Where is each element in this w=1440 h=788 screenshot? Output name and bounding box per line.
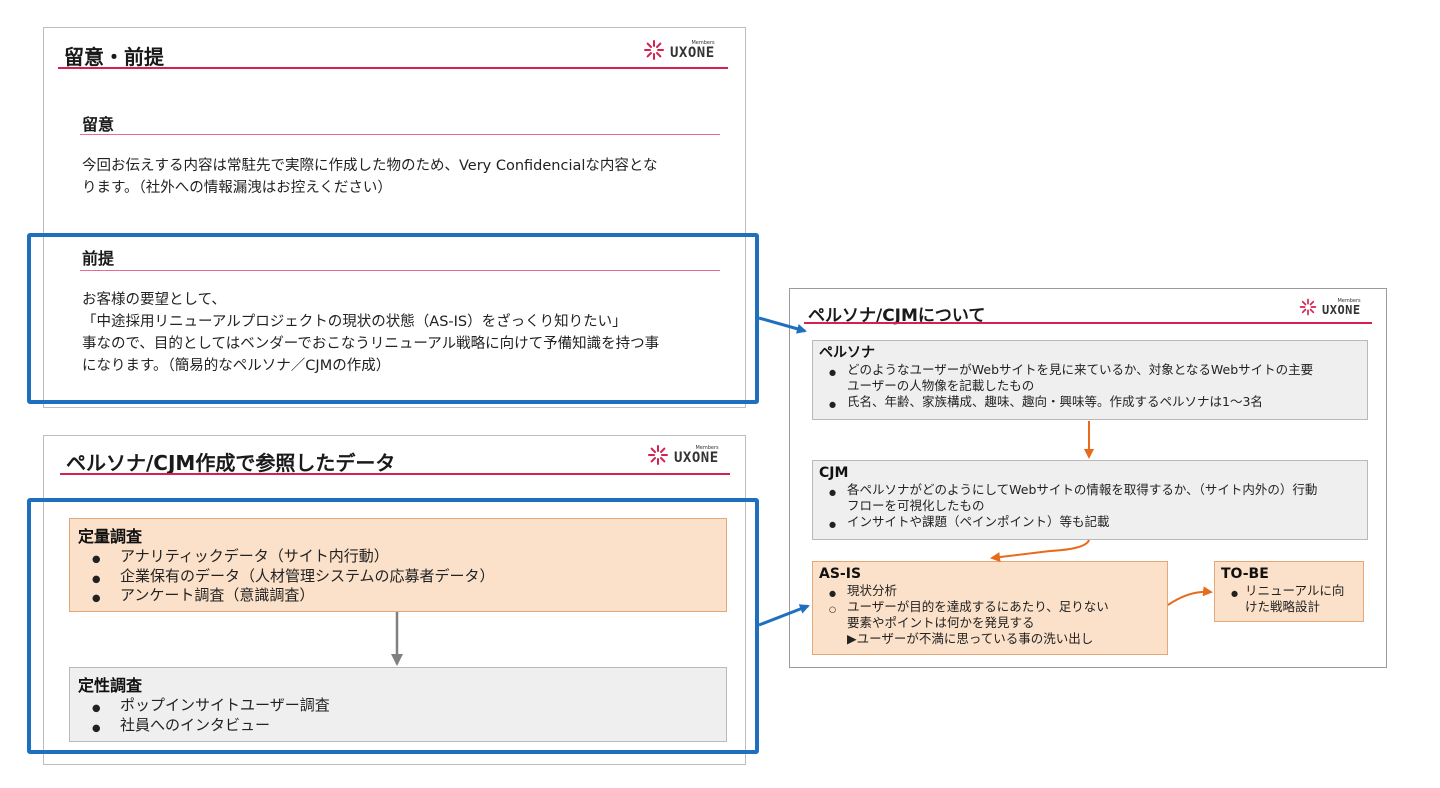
data-to-asis-arrow [758, 604, 810, 627]
premise-to-persona-arrow [758, 316, 807, 334]
connector-arrows [391, 316, 1213, 666]
asis-to-tobe-arrow [1167, 586, 1213, 606]
cjm-to-asis-arrow [990, 539, 1090, 563]
